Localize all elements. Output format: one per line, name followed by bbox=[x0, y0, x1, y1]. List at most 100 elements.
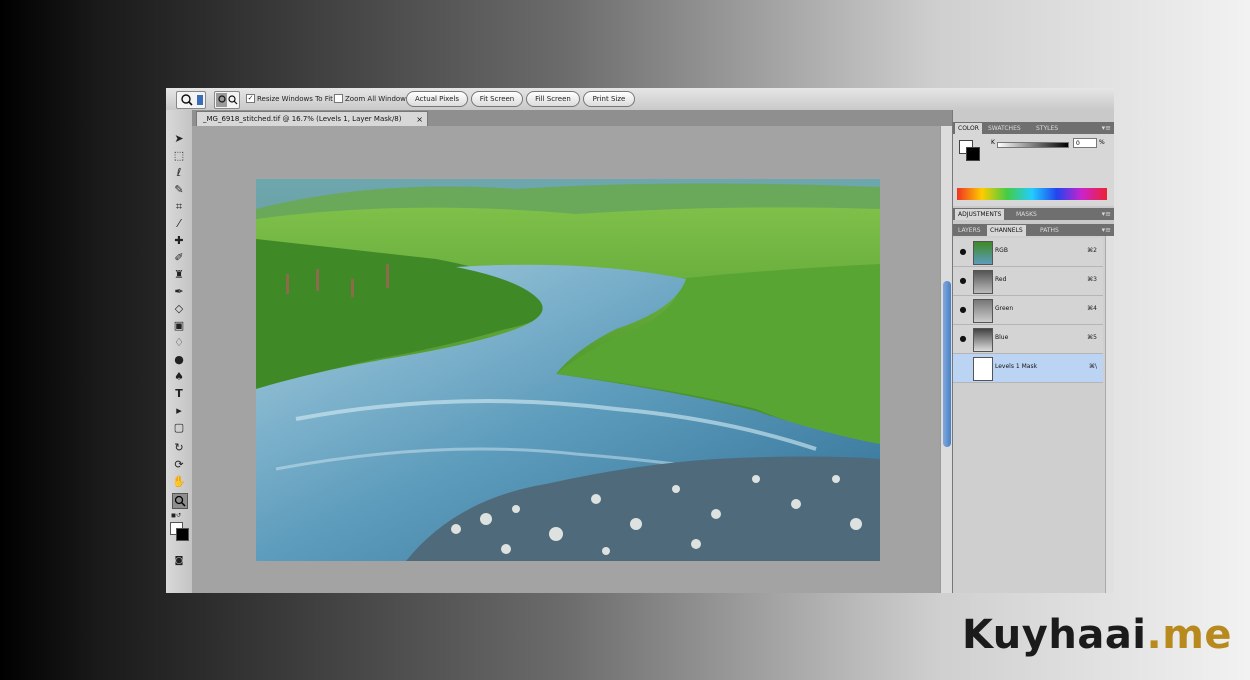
eye-icon[interactable]: ● bbox=[957, 333, 969, 345]
zoom-all-label: Zoom All Windows bbox=[345, 94, 410, 103]
default-colors-icon[interactable]: ◼↺ bbox=[171, 512, 187, 520]
tab-layers[interactable]: LAYERS bbox=[955, 225, 984, 236]
visibility-toggle[interactable] bbox=[957, 362, 969, 374]
pen-icon[interactable]: ♠ bbox=[172, 370, 186, 384]
channel-name: RGB bbox=[995, 247, 1008, 254]
print-size-button[interactable]: Print Size bbox=[583, 91, 635, 107]
channel-shortcut: ⌘\ bbox=[1088, 363, 1097, 370]
channel-shortcut: ⌘5 bbox=[1087, 334, 1097, 341]
color-ramp[interactable] bbox=[957, 188, 1107, 200]
color-panel: K 0 % bbox=[953, 134, 1114, 206]
tool-preset-picker[interactable] bbox=[176, 91, 206, 109]
channel-name: Blue bbox=[995, 334, 1009, 341]
list-item[interactable]: Levels 1 Mask ⌘\ bbox=[953, 354, 1103, 383]
color-panel-tabs: COLOR SWATCHES STYLES ▾≡ bbox=[953, 122, 1114, 134]
marquee-icon[interactable]: ⬚ bbox=[172, 149, 186, 163]
move-icon[interactable]: ➤ bbox=[172, 132, 186, 146]
channel-k-label: K bbox=[991, 139, 995, 146]
eyedropper-icon[interactable]: ⁄ bbox=[172, 217, 186, 231]
eye-icon[interactable]: ● bbox=[957, 304, 969, 316]
channel-thumbnail bbox=[973, 299, 993, 323]
panel-menu-icon[interactable]: ▾≡ bbox=[1102, 224, 1111, 236]
background-color-swatch[interactable] bbox=[176, 528, 189, 541]
list-item[interactable]: ● Red ⌘3 bbox=[953, 267, 1103, 296]
eye-icon[interactable]: ● bbox=[957, 246, 969, 258]
panel-menu-icon[interactable]: ▾≡ bbox=[1102, 122, 1111, 134]
adjustments-panel-tabs: ADJUSTMENTS MASKS ▾≡ bbox=[953, 208, 1114, 220]
blur-icon[interactable]: ♢ bbox=[172, 336, 186, 350]
3d-rotate-icon[interactable]: ↻ bbox=[172, 441, 186, 455]
lasso-icon[interactable]: ℓ bbox=[172, 166, 186, 180]
tab-channels[interactable]: CHANNELS bbox=[987, 225, 1026, 236]
photoshop-window: ✓ Resize Windows To Fit Zoom All Windows… bbox=[166, 88, 1114, 593]
k-slider[interactable] bbox=[997, 142, 1069, 148]
brush-icon[interactable]: ✐ bbox=[172, 251, 186, 265]
shape-icon[interactable]: ▢ bbox=[172, 421, 186, 435]
watermark-name: Kuyhaai bbox=[962, 612, 1147, 658]
canvas-area[interactable] bbox=[192, 126, 949, 593]
3d-orbit-icon[interactable]: ⟳ bbox=[172, 458, 186, 472]
eye-icon[interactable]: ● bbox=[957, 275, 969, 287]
close-icon[interactable]: × bbox=[416, 112, 423, 127]
tab-color[interactable]: COLOR bbox=[955, 123, 982, 134]
channels-list: ● RGB ⌘2 ● Red ⌘3 ● Green ⌘4 ● Blue ⌘5 L… bbox=[953, 236, 1114, 593]
k-value-field[interactable]: 0 bbox=[1073, 138, 1097, 148]
tab-adjustments[interactable]: ADJUSTMENTS bbox=[955, 209, 1005, 220]
resize-windows-checkbox[interactable]: ✓ Resize Windows To Fit bbox=[246, 94, 333, 103]
list-item[interactable]: ● RGB ⌘2 bbox=[953, 238, 1103, 267]
zoom-in-out-icon bbox=[216, 93, 238, 107]
watermark-tld: .me bbox=[1146, 612, 1233, 658]
channel-name: Levels 1 Mask bbox=[995, 363, 1038, 370]
checkmark-icon: ✓ bbox=[246, 94, 255, 103]
scrollbar-thumb[interactable] bbox=[943, 281, 951, 447]
tab-masks[interactable]: MASKS bbox=[1013, 209, 1040, 220]
channel-thumbnail bbox=[973, 241, 993, 265]
tab-paths[interactable]: PATHS bbox=[1037, 225, 1062, 236]
eraser-icon[interactable]: ◇ bbox=[172, 302, 186, 316]
gradient-icon[interactable]: ▣ bbox=[172, 319, 186, 333]
crop-icon[interactable]: ⌗ bbox=[172, 200, 186, 214]
panels-dock: COLOR SWATCHES STYLES ▾≡ K 0 % ADJUSTMEN… bbox=[952, 110, 1114, 593]
panel-menu-icon[interactable]: ▾≡ bbox=[1102, 208, 1111, 220]
watermark-logo: Kuyhaai.me bbox=[962, 612, 1232, 658]
list-item[interactable]: ● Blue ⌘5 bbox=[953, 325, 1103, 354]
quick-mask-icon[interactable]: ◙ bbox=[172, 554, 186, 568]
path-select-icon[interactable]: ▸ bbox=[172, 404, 186, 418]
channels-scrollbar[interactable] bbox=[1105, 236, 1114, 593]
background-swatch[interactable] bbox=[966, 147, 980, 161]
actual-pixels-button[interactable]: Actual Pixels bbox=[406, 91, 468, 107]
fit-screen-button[interactable]: Fit Screen bbox=[471, 91, 523, 107]
channel-thumbnail bbox=[973, 270, 993, 294]
list-item[interactable]: ● Green ⌘4 bbox=[953, 296, 1103, 325]
zoom-tool-icon bbox=[181, 94, 203, 106]
channel-shortcut: ⌘4 bbox=[1087, 305, 1097, 312]
toolbox: ➤ ⬚ ℓ ✎ ⌗ ⁄ ✚ ✐ ♜ ✒ ◇ ▣ ♢ ● ♠ T ▸ ▢ ↻ ⟳ … bbox=[166, 110, 193, 593]
landscape-photo bbox=[256, 179, 880, 561]
options-bar: ✓ Resize Windows To Fit Zoom All Windows… bbox=[166, 88, 1114, 111]
history-brush-icon[interactable]: ✒ bbox=[172, 285, 186, 299]
fill-screen-button[interactable]: Fill Screen bbox=[526, 91, 580, 107]
foreground-background-swatches[interactable] bbox=[170, 522, 189, 541]
document-title: _MG_6918_stitched.tif @ 16.7% (Levels 1,… bbox=[203, 115, 402, 123]
zoom-all-windows-checkbox[interactable]: Zoom All Windows bbox=[334, 94, 410, 103]
document-tab-bar: _MG_6918_stitched.tif @ 16.7% (Levels 1,… bbox=[192, 110, 952, 126]
document-tab[interactable]: _MG_6918_stitched.tif @ 16.7% (Levels 1,… bbox=[196, 111, 428, 126]
percent-label: % bbox=[1099, 139, 1105, 146]
channel-name: Green bbox=[995, 305, 1014, 312]
tab-swatches[interactable]: SWATCHES bbox=[985, 123, 1024, 134]
channel-shortcut: ⌘3 bbox=[1087, 276, 1097, 283]
hand-icon[interactable]: ✋ bbox=[172, 475, 186, 489]
zoom-icon[interactable] bbox=[172, 493, 188, 509]
layers-panel-tabs: LAYERS CHANNELS PATHS ▾≡ bbox=[953, 224, 1114, 236]
quick-select-icon[interactable]: ✎ bbox=[172, 183, 186, 197]
channel-shortcut: ⌘2 bbox=[1087, 247, 1097, 254]
channel-name: Red bbox=[995, 276, 1007, 283]
channel-thumbnail bbox=[973, 328, 993, 352]
zoom-mode-buttons[interactable] bbox=[214, 91, 240, 109]
mask-thumbnail bbox=[973, 357, 993, 381]
clone-stamp-icon[interactable]: ♜ bbox=[172, 268, 186, 282]
type-icon[interactable]: T bbox=[172, 387, 186, 401]
tab-styles[interactable]: STYLES bbox=[1033, 123, 1061, 134]
healing-icon[interactable]: ✚ bbox=[172, 234, 186, 248]
dodge-icon[interactable]: ● bbox=[172, 353, 186, 367]
